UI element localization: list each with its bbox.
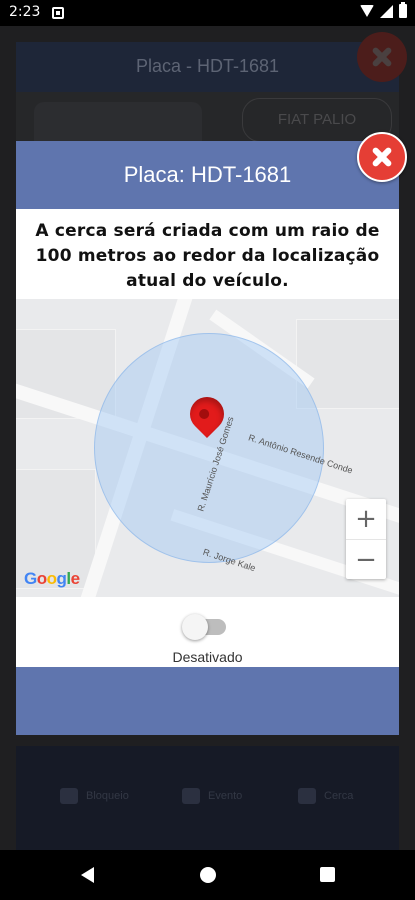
app-title: Placa - HDT-1681: [135, 56, 280, 76]
nav-item-bloqueio: Bloqueio: [60, 788, 129, 804]
toggle-label: Desativado: [172, 649, 243, 665]
zoom-controls: + −: [346, 499, 386, 579]
notification-icon: [52, 7, 64, 19]
nav-item-label: Evento: [208, 790, 243, 802]
home-icon[interactable]: [200, 867, 216, 883]
vehicle-photo: [34, 102, 202, 142]
zoom-out-button[interactable]: −: [346, 539, 386, 579]
zoom-in-button[interactable]: +: [346, 499, 386, 539]
geofence-toggle[interactable]: [182, 613, 232, 641]
signal-icon: [380, 4, 393, 18]
battery-icon: [399, 2, 407, 18]
nav-item-label: Cerca: [324, 790, 354, 802]
modal-header: Placa: HDT-1681: [16, 141, 399, 209]
app-header: Placa - HDT-1681: [16, 42, 399, 92]
toggle-thumb: [182, 614, 208, 640]
geofence-message: A cerca será criada com um raio de 100 m…: [35, 221, 380, 291]
background-close-icon: [357, 32, 407, 82]
modal-footer: [16, 667, 399, 735]
nav-item-label: Bloqueio: [86, 790, 129, 802]
bottom-nav: Bloqueio Evento Cerca: [16, 746, 399, 850]
modal-title: Placa: HDT-1681: [123, 162, 292, 187]
nav-item-evento: Evento: [182, 788, 242, 804]
wifi-icon: [360, 5, 374, 17]
recent-apps-icon[interactable]: [320, 867, 335, 882]
map-view[interactable]: R. Maurício José Gomes R. Antônio Resend…: [16, 299, 399, 597]
status-time: 2:23: [9, 4, 41, 20]
car-lock-icon: [60, 788, 78, 804]
system-nav-bar: [0, 850, 415, 900]
nav-item-cerca: Cerca: [298, 788, 353, 804]
back-icon[interactable]: [81, 867, 94, 883]
geofence-modal: Placa: HDT-1681 A cerca será criada com …: [16, 141, 399, 735]
status-icons: [360, 2, 407, 18]
close-modal-button[interactable]: [357, 132, 407, 182]
globe-icon: [298, 788, 316, 804]
alert-car-icon: [182, 788, 200, 804]
status-bar: 2:23: [0, 0, 415, 26]
google-logo: Google: [24, 569, 80, 588]
